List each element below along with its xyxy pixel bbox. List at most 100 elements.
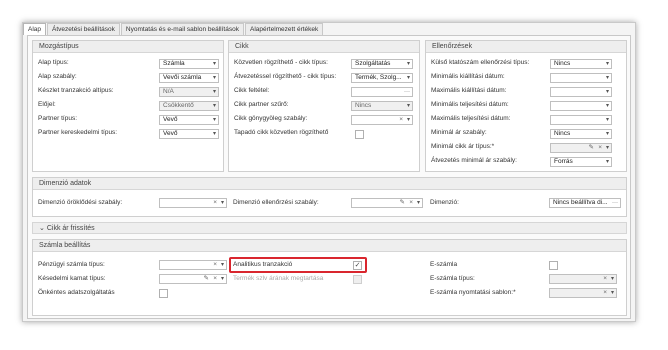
keszlet-tranzakcio-value: N/A	[163, 88, 174, 95]
min-teljesitesi-select[interactable]: ▾	[550, 101, 612, 111]
clear-icon[interactable]: ×	[213, 261, 217, 269]
clear-icon: ×	[603, 289, 607, 296]
cikk-feltetel-input[interactable]: ···	[351, 87, 413, 97]
chevron-down-icon: ▾	[605, 117, 609, 123]
ellenorzesek-title: Ellenőrzések	[426, 41, 626, 53]
kozvetlen-rogzitheto-label: Közvetlen rögzíthető - cikk típus:	[234, 59, 328, 66]
clear-icon[interactable]: ×	[213, 199, 217, 207]
ellipsis-icon[interactable]: ···	[404, 88, 410, 96]
partner-tipus-select[interactable]: Vevő ▾	[159, 115, 219, 125]
chevron-down-icon: ▾	[212, 75, 216, 81]
cikk-ar-frissites-bar[interactable]: ⌄ Cikk ár frissítés	[32, 222, 627, 234]
dimenzio-ellenorzesi-label: Dimenzió ellenőrzési szabály:	[233, 199, 319, 206]
kulso-iktatoszam-label: Külső ktatószám ellenőrzési típus:	[431, 59, 530, 66]
kozvetlen-rogzitheto-select[interactable]: Szolgáltatás ▾	[351, 59, 413, 69]
dimenzio-oroklodesi-select[interactable]: × ▾	[159, 198, 227, 208]
max-kiallitasi-select[interactable]: ▾	[550, 87, 612, 97]
dimenzio-panel: Dimenzió adatok Dimenzió öröklődési szab…	[32, 177, 627, 217]
onkentes-adatszolgaltatas-label: Önkéntes adatszolgáltatás	[38, 289, 115, 296]
termek-szlv-label: Termék szlv árának megtartása	[233, 275, 324, 282]
partner-kereskedelmi-label: Partner kereskedelmi típus:	[38, 129, 118, 136]
cikk-title: Cikk	[229, 41, 419, 53]
penzugyi-szamla-select[interactable]: × ▾	[159, 260, 227, 270]
partner-kereskedelmi-select[interactable]: Vevő ▾	[159, 129, 219, 139]
pencil-icon: ✎	[588, 144, 594, 151]
max-kiallitasi-label: Maximális kiállítási dátum:	[431, 87, 507, 94]
eszamla-sablon-select: × ▾	[549, 288, 617, 298]
clear-icon[interactable]: ×	[399, 116, 403, 124]
minimal-cikk-ar-select: ✎ × ▾	[550, 143, 612, 153]
termek-szlv-checkbox	[353, 275, 362, 284]
dimenzio-ellenorzesi-select[interactable]: ✎ × ▾	[351, 198, 423, 208]
dimenzio-value: Nincs beállítva di...	[553, 199, 608, 206]
mozgastipus-panel: Mozgástípus Alap típus: Számla ▾ Alap sza…	[32, 40, 224, 172]
eszamla-tipus-select: × ▾	[549, 274, 617, 284]
chevron-down-icon: ▾	[220, 200, 224, 206]
atvezetessel-rogzitheto-value: Termék, Szolg...	[355, 74, 402, 81]
cikk-feltetel-label: Cikk feltétel:	[234, 87, 270, 94]
chevron-down-icon: ▾	[406, 117, 410, 123]
elojel-label: Előjel:	[38, 101, 56, 108]
tab-atvezetesi-beallitasok[interactable]: Átvezetési beállítások	[47, 23, 120, 35]
cikk-gongyoleg-select[interactable]: × ▾	[351, 115, 413, 125]
chevron-down-icon: ▾	[605, 131, 609, 137]
onkentes-adatszolgaltatas-checkbox[interactable]	[159, 289, 168, 298]
minimal-ar-szabaly-select[interactable]: Nincs ▾	[550, 129, 612, 139]
chevron-down-icon: ▾	[406, 75, 410, 81]
alap-szabaly-select[interactable]: Vevői számla ▾	[159, 73, 219, 83]
chevron-down-icon: ▾	[605, 103, 609, 109]
partner-tipus-label: Partner típus:	[38, 115, 78, 122]
alap-tipus-select[interactable]: Számla ▾	[159, 59, 219, 69]
tab-content: Mozgástípus Alap típus: Számla ▾ Alap sza…	[27, 35, 631, 319]
dimenzio-oroklodesi-label: Dimenzió öröklődési szabály:	[38, 199, 123, 206]
chevron-down-icon: ▾	[605, 89, 609, 95]
clear-icon[interactable]: ×	[409, 199, 413, 207]
tab-alap[interactable]: Alap	[23, 23, 47, 35]
chevron-down-icon: ▾	[212, 89, 216, 95]
szamla-panel: Számla beállítás Pénzügyi számla típus: …	[32, 239, 627, 316]
kulso-iktatoszam-value: Nincs	[554, 60, 571, 67]
szamla-title: Számla beállítás	[33, 240, 626, 252]
tapado-cikk-checkbox[interactable]	[355, 130, 364, 139]
clear-icon: ×	[603, 275, 607, 282]
clear-icon: ×	[598, 144, 602, 151]
kulso-iktatoszam-select[interactable]: Nincs ▾	[550, 59, 612, 69]
tab-nyomtatas-email-sablon[interactable]: Nyomtatás és e-mail sablon beállítások	[120, 23, 244, 35]
dimenzio-input[interactable]: Nincs beállítva di... ···	[549, 198, 621, 208]
chevron-down-icon: ▾	[610, 276, 614, 282]
pencil-icon[interactable]: ✎	[400, 199, 405, 207]
minimal-ar-szabaly-label: Minimál ár szabály:	[431, 129, 487, 136]
chevron-down-icon: ▾	[605, 75, 609, 81]
ellipsis-icon[interactable]: ···	[612, 199, 618, 207]
kozvetlen-rogzitheto-value: Szolgáltatás	[355, 60, 391, 67]
keszlet-tranzakcio-select: N/A ▾	[159, 87, 219, 97]
chevron-down-icon: ▾	[605, 159, 609, 165]
kesedelmi-kamat-select[interactable]: ✎ × ▾	[159, 274, 227, 284]
dimenzio-label: Dimenzió:	[430, 199, 459, 206]
cikk-partner-szuro-label: Cikk partner szűrő:	[234, 101, 289, 108]
dimenzio-title: Dimenzió adatok	[33, 178, 626, 190]
atvezetessel-rogzitheto-select[interactable]: Termék, Szolg... ▾	[351, 73, 413, 83]
alap-tipus-value: Számla	[163, 60, 185, 67]
cikk-gongyoleg-label: Cikk gönygyöleg szabály:	[234, 115, 308, 122]
min-kiallitasi-label: Minimális kiállítási dátum:	[431, 73, 505, 80]
chevron-down-icon: ▾	[605, 145, 609, 151]
cikk-ar-frissites-label: Cikk ár frissítés	[46, 225, 95, 232]
atvezetes-minimal-ar-select[interactable]: Forrás ▾	[550, 157, 612, 167]
chevron-down-icon: ▾	[406, 103, 410, 109]
atvezetessel-rogzitheto-label: Átvezetéssel rögzíthető - cikk típus:	[234, 73, 337, 80]
max-teljesitesi-select[interactable]: ▾	[550, 115, 612, 125]
chevron-down-icon: ▾	[220, 276, 224, 282]
penzugyi-szamla-label: Pénzügyi számla típus:	[38, 261, 105, 268]
tab-alapertelmezett-ertekek[interactable]: Alapértelmezett értékek	[244, 23, 324, 35]
chevron-down-icon: ▾	[212, 131, 216, 137]
tapado-cikk-label: Tapadó cikk közvetlen rögzíthető	[234, 129, 329, 136]
mozgastipus-title: Mozgástípus	[33, 41, 223, 53]
eszamla-label: E-számla	[430, 261, 458, 268]
eszamla-checkbox[interactable]	[549, 261, 558, 270]
min-kiallitasi-select[interactable]: ▾	[550, 73, 612, 83]
clear-icon[interactable]: ×	[213, 275, 217, 283]
minimal-cikk-ar-label: Minimál cikk ár típus:*	[431, 143, 495, 150]
pencil-icon[interactable]: ✎	[204, 275, 209, 283]
elojel-value: Csökkentő	[163, 102, 194, 109]
